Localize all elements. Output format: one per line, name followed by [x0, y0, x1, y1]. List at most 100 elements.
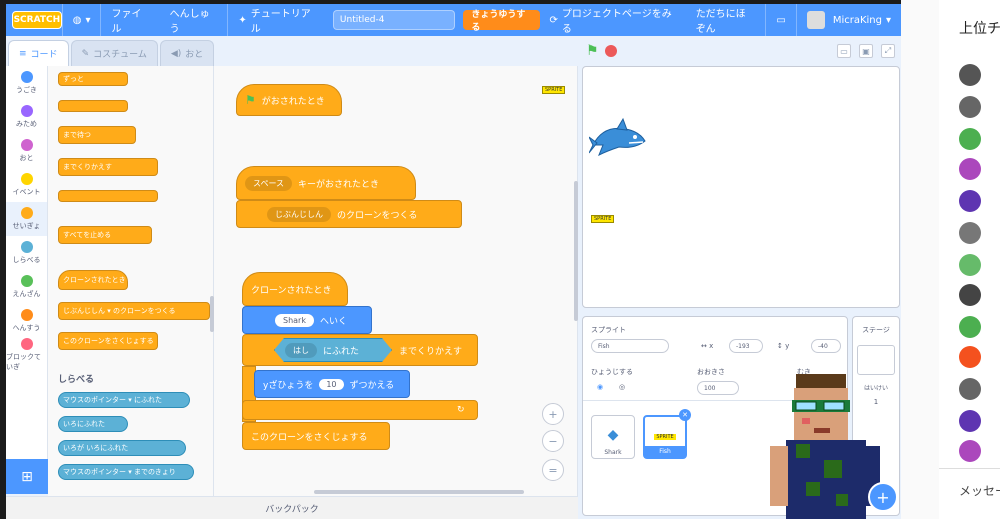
category-label: えんざん — [12, 290, 41, 298]
tab-sound[interactable]: ◀) おと — [159, 40, 215, 66]
tab-code[interactable]: ≡ コード — [8, 40, 69, 66]
stage-label: ステージ — [862, 326, 890, 334]
block-label: までくりかえす — [399, 346, 463, 357]
stage-header: ⚑ ▭ ▣ ⤢ — [578, 36, 901, 66]
sprite-thumb-shark[interactable]: ◆ Shark — [591, 415, 635, 459]
script-area[interactable]: SPRITE ⚑ がおされたとき スペース キーがおされたとき じぶんじしん の… — [214, 66, 578, 496]
category-operators[interactable]: えんざん — [6, 270, 47, 304]
live-chat-panel: 上位チャット メッセージ... — [939, 0, 1000, 519]
category-label: おと — [19, 154, 34, 162]
category-motion[interactable]: うごき — [6, 66, 47, 100]
account-menu[interactable]: MicraKing ▾ — [795, 4, 901, 36]
key-dropdown[interactable]: スペース — [245, 175, 293, 191]
stop-icon[interactable] — [604, 45, 617, 57]
palette-block-repeat-until[interactable]: までくりかえす — [58, 158, 158, 176]
category-variables[interactable]: へんすう — [6, 304, 47, 338]
fish-thumb-icon: SPRITE — [654, 434, 676, 440]
zoom-reset-icon[interactable]: = — [542, 459, 564, 481]
show-eye-icon[interactable]: ◉ — [597, 383, 603, 391]
palette-block-cap[interactable] — [58, 100, 128, 112]
create-clone-block[interactable]: じぶんじしん のクローンをつくる — [236, 200, 462, 228]
category-looks[interactable]: みため — [6, 100, 47, 134]
fish-sprite-on-stage[interactable]: SPRITE — [591, 215, 615, 223]
save-now-button[interactable]: ただちにほぞん — [686, 4, 766, 36]
language-menu[interactable]: ◍ ▾ — [61, 4, 101, 36]
stage-thumbnail[interactable] — [857, 345, 895, 375]
script-horizontal-scrollbar[interactable] — [314, 490, 524, 494]
change-y-value-input[interactable]: 10 — [319, 378, 344, 390]
change-y-block[interactable]: yざひょうを 10 ずつかえる — [254, 370, 410, 398]
x-input[interactable]: -193 — [729, 339, 763, 353]
go-to-target-dropdown[interactable]: Shark — [275, 313, 314, 327]
normal-stage-icon[interactable]: ▣ — [859, 44, 873, 58]
go-to-block[interactable]: Shark へいく — [242, 306, 372, 334]
sprite-name-input[interactable]: Fish — [591, 339, 669, 353]
sprite-thumb-fish[interactable]: SPRITE Fish — [643, 415, 687, 459]
username: MicraKing — [832, 14, 882, 26]
file-menu[interactable]: ファイル — [100, 4, 159, 36]
delete-clone-block[interactable]: このクローンをさくじょする — [242, 422, 390, 450]
add-extension-button[interactable]: ⊞ — [6, 459, 48, 494]
category-dot-icon — [20, 71, 33, 83]
palette-block-forever[interactable]: ずっと — [58, 72, 128, 86]
palette-block-stop-all[interactable]: すべてを止める — [58, 226, 152, 244]
palette-block-create-clone[interactable]: じぶんじしん ▾ のクローンをつくる — [58, 302, 210, 320]
project-page-link[interactable]: ⟳ プロジェクトページをみる — [540, 4, 686, 36]
small-stage-icon[interactable]: ▭ — [837, 44, 851, 58]
y-input[interactable]: -40 — [811, 339, 841, 353]
category-dot-icon — [20, 241, 33, 253]
size-input[interactable]: 100 — [697, 381, 739, 395]
palette-block-delete-clone[interactable]: このクローンをさくじょする — [58, 332, 158, 350]
sprite-thumb-label: Shark — [604, 449, 622, 456]
category-sound[interactable]: おと — [6, 134, 47, 168]
touching-target-dropdown[interactable]: はし — [285, 343, 317, 358]
palette-block-when-clone[interactable]: クローンされたとき — [58, 270, 128, 290]
stage-canvas[interactable]: SPRITE — [582, 66, 900, 308]
category-my-blocks[interactable]: ブロックていぎ — [6, 338, 47, 372]
palette-block-distance-to[interactable]: マウスのポインター ▾ までのきょり — [58, 464, 194, 480]
when-flag-clicked-block[interactable]: ⚑ がおされたとき — [236, 84, 342, 116]
script-vertical-scrollbar[interactable] — [574, 181, 578, 321]
category-control[interactable]: せいぎょ — [6, 202, 47, 236]
when-key-pressed-block[interactable]: スペース キーがおされたとき — [236, 166, 416, 200]
green-flag-icon[interactable]: ⚑ — [586, 43, 599, 59]
palette-block-c-bottom[interactable] — [58, 190, 158, 202]
category-sensing[interactable]: しらべる — [6, 236, 47, 270]
shark-sprite-image[interactable] — [589, 115, 649, 159]
zoom-in-icon[interactable]: + — [542, 403, 564, 425]
tab-code-label: コード — [30, 50, 58, 60]
extension-icon: ⊞ — [21, 468, 33, 485]
backpack-bar[interactable]: バックパック — [6, 496, 578, 519]
share-button[interactable]: きょうゆうする — [463, 10, 540, 33]
zoom-out-icon[interactable]: − — [542, 430, 564, 452]
when-clone-starts-block[interactable]: クローンされたとき — [242, 272, 348, 306]
palette-block-color-touching-color[interactable]: いろが いろにふれた — [58, 440, 186, 456]
add-sprite-button[interactable]: + — [868, 482, 898, 512]
category-label: へんすう — [12, 324, 41, 332]
palette-block-touching-mouse[interactable]: マウスのポインター ▾ にふれた — [58, 392, 190, 408]
scratch-logo[interactable]: SCRATCH — [12, 11, 62, 29]
clone-target-dropdown[interactable]: じぶんじしん — [267, 206, 331, 222]
palette-block-wait-until[interactable]: まで待つ — [58, 126, 136, 144]
sprite-thumb-label: Fish — [645, 446, 685, 457]
show-label: ひょうじする — [591, 368, 633, 376]
tutorial-menu[interactable]: ✦ チュートリアル — [227, 4, 327, 36]
category-dot-icon — [20, 139, 33, 151]
edit-menu[interactable]: へんしゅう — [160, 4, 228, 36]
fullscreen-icon[interactable]: ⤢ — [881, 44, 895, 58]
category-events[interactable]: イベント — [6, 168, 47, 202]
touching-condition-block[interactable]: はし にふれた — [274, 338, 392, 362]
my-stuff-folder-icon[interactable]: ▭ — [765, 4, 795, 36]
block-label: のクローンをつくる — [337, 210, 418, 221]
y-axis-label: y — [785, 342, 790, 350]
chat-message-input[interactable]: メッセージ... — [959, 482, 1000, 499]
category-label: しらべる — [12, 256, 41, 264]
palette-block-touching-color[interactable]: いろにふれた — [58, 416, 128, 432]
hide-eye-icon[interactable]: ◎ — [619, 383, 625, 391]
tab-costume[interactable]: ✎ コスチューム — [70, 40, 158, 66]
project-title-input[interactable]: Untitled-4 — [332, 10, 456, 30]
delete-sprite-icon[interactable]: ✕ — [679, 409, 691, 421]
chat-avatar — [959, 316, 981, 338]
block-label: yざひょうを — [263, 380, 314, 391]
y-arrows-icon: ↕ — [777, 342, 783, 350]
